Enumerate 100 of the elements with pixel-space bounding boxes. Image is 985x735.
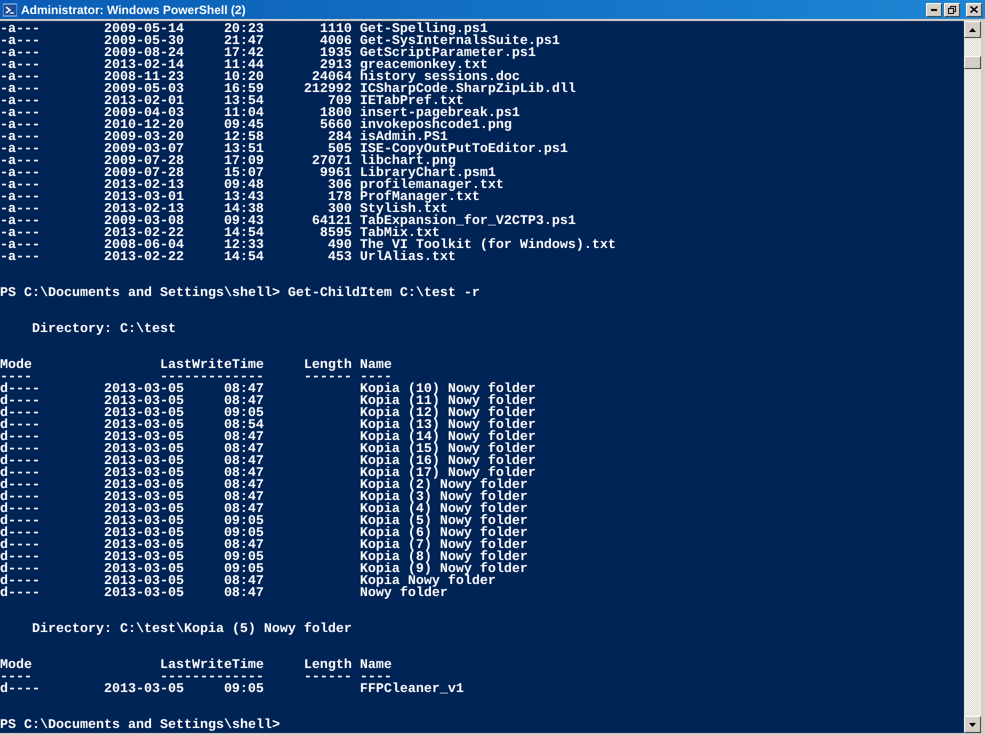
header-rule: ------ [304,672,352,684]
minimize-button[interactable] [926,2,942,16]
prompt-text: PS C:\Documents and Settings\shell> [0,720,280,732]
column-header: LastWriteTime [160,658,264,673]
close-button[interactable] [966,2,982,16]
date-cell-text: 2013-03-05 [104,576,185,588]
date-cell-text: 2013-03-05 [104,504,185,516]
time-cell: 09:05 [224,516,264,528]
scroll-down-button[interactable] [964,716,981,733]
name-cell: Nowy folder [360,588,448,600]
mode-cell-text: -a--- [0,132,41,144]
time-cell: 17:42 [224,48,264,60]
mode-cell-text: -a--- [0,120,41,132]
time-cell: 10:20 [224,72,264,84]
length-cell: 24064 [312,72,352,84]
name-cell: isAdmin.PS1 [360,132,448,144]
scroll-thumb[interactable] [964,56,981,69]
date-cell-text: 2013-03-05 [104,516,185,528]
time-cell: 08:47 [224,468,264,480]
date-cell-text: 2013-03-05 [104,552,185,564]
mode-cell-text: -a--- [0,36,41,48]
date-cell-text: 2013-02-13 [104,204,185,216]
length-cell: 709 [328,96,352,108]
date-cell-text: 2008-06-04 [104,240,185,252]
column-header: LastWriteTime [160,358,264,373]
date-cell-text: 2009-08-24 [104,48,185,60]
date-cell-text: 2013-02-14 [104,60,185,72]
time-cell: 08:47 [224,480,264,492]
time-cell: 08:47 [224,432,264,444]
mode-cell-text: -a--- [0,192,41,204]
name-cell: FFPCleaner_v1 [360,684,464,696]
length-cell: 306 [328,180,352,192]
length-cell: 490 [328,240,352,252]
date-cell-text: 2009-07-28 [104,156,185,168]
mode-cell-text: d---- [0,588,41,600]
close-icon [970,6,978,13]
length-cell: 1800 [320,108,352,120]
date-cell-text: 2009-05-03 [104,84,185,96]
time-cell: 13:51 [224,144,264,156]
directory-heading: Directory: C:\test\Kopia (5) Nowy folder [32,624,352,636]
mode-cell-text: -a--- [0,204,41,216]
directory-heading: Directory: C:\test [32,324,176,336]
time-cell: 09:43 [224,216,264,228]
time-cell: 08:47 [224,456,264,468]
date-cell-text: 2009-03-20 [104,132,185,144]
column-header: Mode [0,658,32,673]
date-cell-text: 2013-03-05 [104,684,185,696]
command-text: Get-ChildItem C:\test -r [288,288,480,300]
time-cell: 08:47 [224,396,264,408]
time-cell: 14:54 [224,252,264,264]
column-header: Length [304,660,352,672]
time-cell: 09:05 [224,408,264,420]
name-cell: Stylish.txt [360,204,448,216]
date-cell-text: 2013-02-22 [104,252,185,264]
date-cell-text: 2013-03-05 [104,384,185,396]
date-cell-text: 2013-02-22 [104,228,185,240]
date-cell-text: 2009-03-07 [104,144,185,156]
column-header: Length [304,360,352,372]
time-cell: 14:38 [224,204,264,216]
mode-cell-text: -a--- [0,48,41,60]
date-cell-text: 2013-03-01 [104,192,185,204]
length-cell: 212992 [304,84,352,96]
time-cell: 08:47 [224,492,264,504]
column-header: Mode [0,358,32,373]
length-cell: 5660 [320,120,352,132]
powershell-icon [3,2,17,16]
time-cell: 09:05 [224,552,264,564]
name-cell: greacemonkey.txt [360,60,488,72]
time-cell: 13:43 [224,192,264,204]
mode-cell-text: -a--- [0,156,41,168]
time-cell: 08:47 [224,576,264,588]
date-cell-text: 2013-03-05 [104,408,185,420]
name-cell: insert-pagebreak.ps1 [360,108,520,120]
time-cell: 12:33 [224,240,264,252]
date-cell-text: 2013-03-05 [104,540,185,552]
length-cell: 1110 [320,24,352,36]
up-triangle-icon [969,28,976,32]
name-cell: GetScriptParameter.ps1 [360,48,536,60]
scroll-up-button[interactable] [964,21,981,38]
mode-cell-text: -a--- [0,108,41,120]
length-cell: 4006 [320,36,352,48]
prompt-text: PS C:\Documents and Settings\shell> [0,288,280,300]
date-cell-text: 2013-02-13 [104,180,185,192]
column-header: Name [360,658,392,673]
mode-cell-text: -a--- [0,24,41,36]
mode-cell-text: d---- [0,684,41,696]
time-cell: 11:04 [224,108,264,120]
time-cell: 08:54 [224,420,264,432]
mode-cell-text: -a--- [0,240,41,252]
name-cell: invokeposhcode1.png [360,120,512,132]
time-cell: 15:07 [224,168,264,180]
date-cell-text: 2009-07-28 [104,168,185,180]
mode-cell-text: -a--- [0,168,41,180]
restore-button[interactable] [944,2,960,16]
time-cell: 08:47 [224,504,264,516]
time-cell: 09:05 [224,528,264,540]
time-cell: 12:58 [224,132,264,144]
date-cell-text: 2013-03-05 [104,492,185,504]
header-rule: ------ [304,372,352,384]
date-cell-text: 2013-03-05 [104,456,185,468]
